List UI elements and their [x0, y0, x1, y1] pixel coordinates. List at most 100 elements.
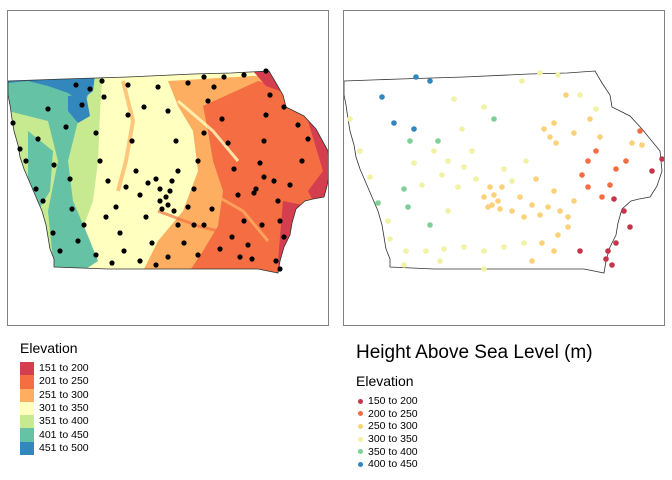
height-point: [609, 262, 615, 268]
elevation-point: [121, 248, 127, 254]
legend-swatch: [20, 441, 34, 456]
elevation-point: [225, 140, 231, 146]
elevation-point: [271, 178, 277, 184]
height-point: [461, 244, 467, 250]
height-point: [529, 202, 535, 208]
height-point: [455, 184, 461, 190]
legend-label: 251 to 300: [39, 388, 89, 401]
height-point: [517, 194, 523, 200]
elevation-point: [231, 166, 237, 172]
height-point: [431, 148, 437, 154]
height-point: [459, 126, 465, 132]
height-point: [603, 256, 609, 262]
height-point: [385, 218, 391, 224]
height-point: [571, 198, 577, 204]
height-point: [577, 248, 583, 254]
height-point: [563, 92, 569, 98]
legend-swatch: [20, 428, 34, 442]
legend-title: Elevation: [356, 373, 414, 389]
elevation-raster-map-panel: [7, 10, 329, 326]
elevation-point: [165, 108, 171, 114]
height-point: [521, 214, 527, 220]
elevation-point: [201, 74, 207, 80]
height-point: [481, 266, 487, 272]
elevation-point: [263, 112, 269, 118]
height-point: [623, 158, 629, 164]
elevation-point: [123, 184, 129, 190]
elevation-point: [267, 92, 273, 98]
height-point: [537, 70, 543, 76]
elevation-point: [17, 146, 23, 152]
elevation-point: [185, 204, 191, 210]
legend-label: 451 to 500: [39, 441, 89, 454]
height-point: [611, 196, 617, 202]
elevation-point: [157, 186, 163, 192]
height-point: [577, 92, 583, 98]
elevation-point: [235, 192, 241, 198]
legend-label: 150 to 200: [368, 395, 418, 408]
height-point: [545, 204, 551, 210]
elevation-point: [133, 168, 139, 174]
legend-item: 200 to 250: [356, 408, 593, 421]
height-point: [585, 184, 591, 190]
elevation-point: [201, 130, 207, 136]
elevation-point: [275, 198, 281, 204]
elevation-point: [261, 138, 267, 144]
elevation-point: [113, 204, 119, 210]
elevation-point: [305, 136, 311, 142]
height-point: [445, 208, 451, 214]
legend-item: 351 to 400: [20, 415, 89, 429]
elevation-point: [159, 206, 165, 212]
legend-title: Elevation: [20, 340, 78, 356]
height-point: [537, 212, 543, 218]
height-point: [553, 140, 559, 146]
elevation-point: [157, 198, 163, 204]
legend-item: 301 to 350: [20, 401, 89, 416]
height-point: [557, 208, 563, 214]
height-point: [501, 166, 507, 172]
elevation-point: [155, 84, 161, 90]
height-point: [491, 116, 497, 122]
height-point: [509, 208, 515, 214]
elevation-point: [295, 122, 301, 128]
elevation-point: [81, 222, 87, 228]
height-point: [411, 160, 417, 166]
legend-dot: [357, 436, 363, 442]
elevation-point: [40, 198, 46, 204]
elevation-point: [97, 158, 103, 164]
height-point: [639, 142, 645, 148]
legend-label: 401 to 450: [39, 428, 89, 441]
elevation-point: [241, 218, 247, 224]
elevation-point: [125, 112, 131, 118]
elevation-raster: [8, 71, 328, 273]
elevation-point: [137, 258, 143, 264]
elevation-point: [251, 190, 257, 196]
height-point: [405, 204, 411, 210]
height-point: [427, 222, 433, 228]
height-point: [621, 208, 627, 214]
height-point: [501, 244, 507, 250]
height-point: [555, 72, 561, 78]
elevation-point: [129, 138, 135, 144]
height-point: [629, 140, 635, 146]
elevation-point: [257, 160, 263, 166]
elevation-point: [73, 82, 79, 88]
height-point: [439, 172, 445, 178]
elevation-point: [237, 254, 243, 260]
legend-label: 351 to 400: [39, 415, 89, 428]
elevation-point: [181, 240, 187, 246]
elevation-point: [263, 68, 269, 74]
elevation-point: [217, 246, 223, 252]
height-point: [597, 134, 603, 140]
legend-label: 400 to 450: [368, 458, 418, 471]
elevation-point: [191, 222, 197, 228]
height-point: [375, 200, 381, 206]
elevation-point: [299, 158, 305, 164]
legend-dot: [357, 411, 363, 417]
height-point: [585, 158, 591, 164]
elevation-point: [67, 176, 73, 182]
height-point: [579, 172, 585, 178]
height-point: [403, 248, 409, 254]
height-point: [441, 246, 447, 252]
legend-swatch: [20, 401, 34, 416]
